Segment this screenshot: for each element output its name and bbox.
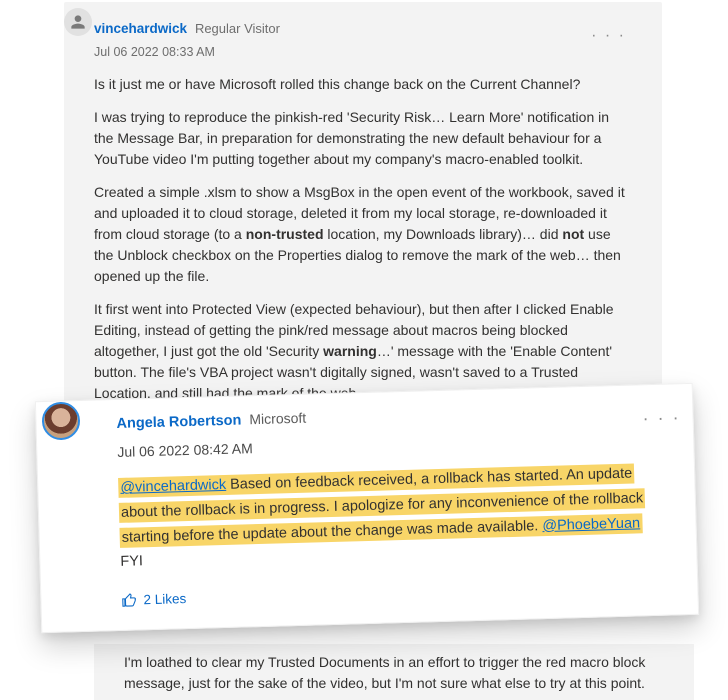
post-header: vincehardwick Regular Visitor Jul 06 202… — [94, 18, 632, 62]
more-options-button[interactable]: · · · — [591, 24, 626, 48]
thumbs-up-icon — [121, 592, 137, 608]
forum-post: vincehardwick Regular Visitor Jul 06 202… — [64, 2, 662, 440]
author-link[interactable]: Angela Robertson — [116, 412, 241, 431]
person-icon — [68, 12, 88, 32]
reply-body: @vincehardwick Based on feedback receive… — [118, 461, 669, 575]
user-mention[interactable]: @PhoebeYuan — [542, 515, 640, 534]
author-link[interactable]: vincehardwick — [94, 21, 187, 36]
avatar[interactable] — [64, 8, 92, 36]
post-body-paragraph: I was trying to reproduce the pinkish-re… — [94, 107, 632, 170]
bold-text: warning — [323, 343, 377, 359]
more-options-button[interactable]: · · · — [642, 402, 681, 434]
forum-reply: · · · Angela Robertson Microsoft Jul 06 … — [35, 383, 699, 634]
post-body-paragraph: Created a simple .xlsm to show a MsgBox … — [94, 182, 632, 287]
post-timestamp: Jul 06 2022 08:42 AM — [117, 425, 665, 464]
post-header: Angela Robertson Microsoft Jul 06 2022 0… — [116, 397, 665, 465]
post-timestamp: Jul 06 2022 08:33 AM — [94, 43, 632, 62]
likes-button[interactable]: 2 Likes — [121, 574, 669, 612]
post-body-paragraph: I'm loathed to clear my Trusted Document… — [94, 644, 694, 700]
bold-text: not — [562, 226, 584, 242]
likes-count: 2 Likes — [143, 588, 186, 612]
author-role: Regular Visitor — [195, 21, 280, 36]
author-role: Microsoft — [249, 410, 306, 428]
user-mention[interactable]: @vincehardwick — [120, 477, 226, 496]
post-body-paragraph: Is it just me or have Microsoft rolled t… — [94, 74, 632, 95]
bold-text: non-trusted — [246, 226, 324, 242]
